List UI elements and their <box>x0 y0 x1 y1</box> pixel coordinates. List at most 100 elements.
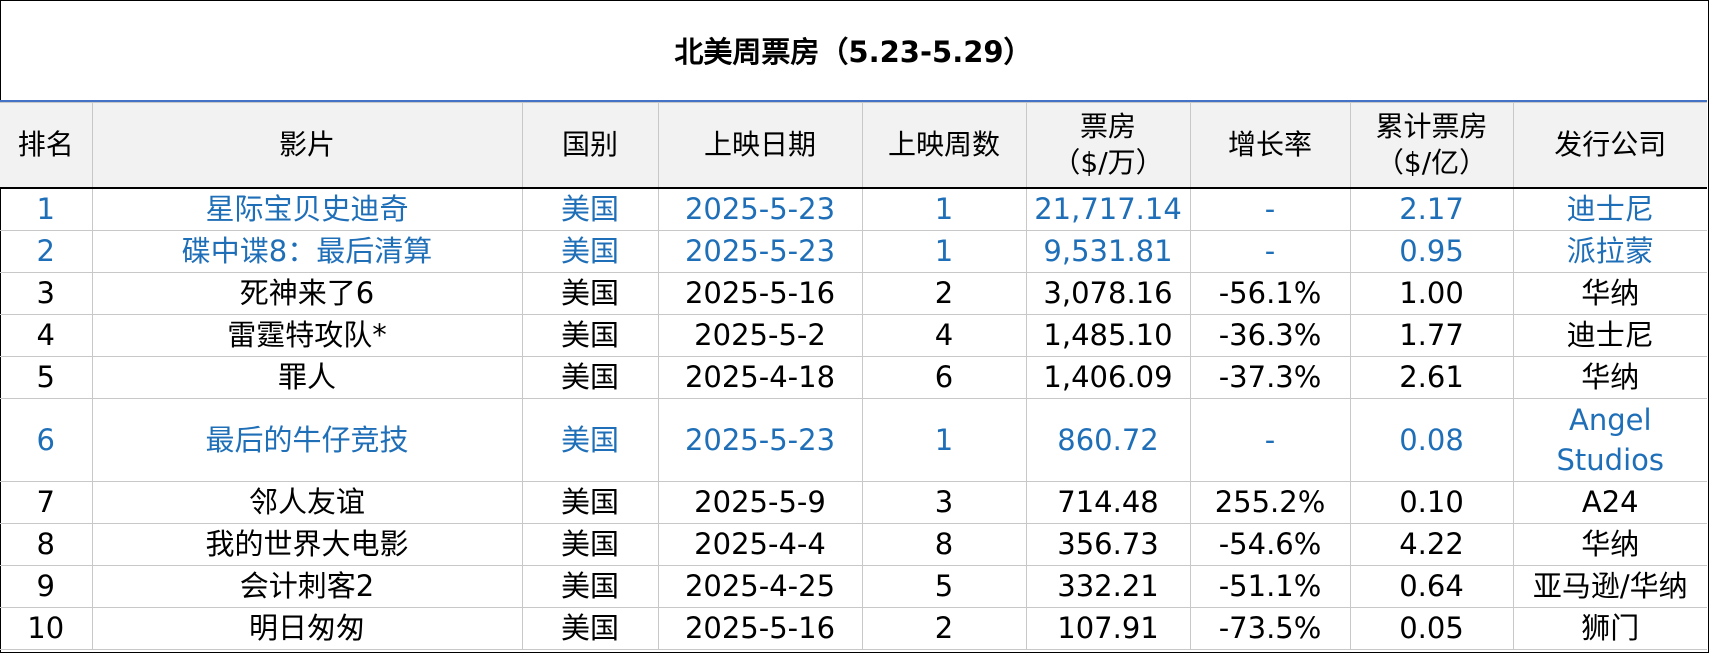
rank-cell: 10 <box>0 607 93 650</box>
rank-cell: 8 <box>0 523 93 566</box>
growth-cell: - <box>1189 187 1351 231</box>
release-date-cell: 2025-5-23 <box>657 187 863 231</box>
table-row: 5 罪人 美国 2025-4-18 6 1,406.09 -37.3% 2.61 华纳 <box>0 356 1707 399</box>
weeks-cell: 5 <box>861 565 1027 608</box>
release-date-cell: 2025-5-16 <box>657 607 863 650</box>
header-weeks: 上映周数 <box>861 102 1027 189</box>
header-row: 排名 影片 国别 上映日期 上映周数 票房 （$/万） 增长率 累计票房 （$/亿）… <box>0 102 1707 189</box>
film-cell: 碟中谍8：最后清算 <box>91 230 523 273</box>
cumulative-cell: 0.08 <box>1349 398 1514 482</box>
rank-cell: 3 <box>0 272 93 315</box>
country-cell: 美国 <box>521 272 659 315</box>
header-growth: 增长率 <box>1189 102 1351 189</box>
growth-cell: -54.6% <box>1189 523 1351 566</box>
distributor-cell: 迪士尼 <box>1512 314 1707 357</box>
weeks-cell: 1 <box>861 187 1027 231</box>
gross-cell: 107.91 <box>1025 607 1191 650</box>
gross-cell: 860.72 <box>1025 398 1191 482</box>
rank-cell: 7 <box>0 481 93 524</box>
header-cumulative-line1: 累计票房 <box>1375 110 1488 143</box>
cumulative-cell: 0.05 <box>1349 607 1514 650</box>
growth-cell: - <box>1189 398 1351 482</box>
cumulative-cell: 2.61 <box>1349 356 1514 399</box>
table-row: 8 我的世界大电影 美国 2025-4-4 8 356.73 -54.6% 4.22 华纳 <box>0 523 1707 566</box>
country-cell: 美国 <box>521 565 659 608</box>
film-cell: 我的世界大电影 <box>91 523 523 566</box>
film-cell: 最后的牛仔竞技 <box>91 398 523 482</box>
growth-cell: -73.5% <box>1189 607 1351 650</box>
country-cell: 美国 <box>521 523 659 566</box>
country-cell: 美国 <box>521 314 659 357</box>
cumulative-cell: 1.77 <box>1349 314 1514 357</box>
film-cell: 雷霆特攻队* <box>91 314 523 357</box>
film-cell: 星际宝贝史迪奇 <box>91 187 523 231</box>
rank-cell: 9 <box>0 565 93 608</box>
weeks-cell: 3 <box>861 481 1027 524</box>
weeks-cell: 4 <box>861 314 1027 357</box>
growth-cell: -37.3% <box>1189 356 1351 399</box>
country-cell: 美国 <box>521 481 659 524</box>
country-cell: 美国 <box>521 607 659 650</box>
country-cell: 美国 <box>521 230 659 273</box>
gross-cell: 714.48 <box>1025 481 1191 524</box>
growth-cell: -56.1% <box>1189 272 1351 315</box>
rank-cell: 1 <box>0 187 93 231</box>
table-body: 1 星际宝贝史迪奇 美国 2025-5-23 1 21,717.14-2.17 迪士尼 2 碟中… <box>0 187 1707 650</box>
header-cumulative: 累计票房 （$/亿） <box>1349 102 1514 189</box>
table-row: 1 星际宝贝史迪奇 美国 2025-5-23 1 21,717.14-2.17 迪士尼 <box>0 187 1707 231</box>
box-office-table: 排名 影片 国别 上映日期 上映周数 票房 （$/万） 增长率 累计票房 （$/亿）… <box>0 102 1707 650</box>
table-row: 10 明日匆匆 美国 2025-5-16 2 107.91 -73.5% 0.05 狮门 <box>0 607 1707 650</box>
country-cell: 美国 <box>521 398 659 482</box>
film-cell: 邻人友谊 <box>91 481 523 524</box>
weeks-cell: 8 <box>861 523 1027 566</box>
growth-cell: - <box>1189 230 1351 273</box>
table-row: 3 死神来了6 美国 2025-5-16 2 3,078.16 -56.1% 1.00 华纳 <box>0 272 1707 315</box>
growth-cell: 255.2% <box>1189 481 1351 524</box>
country-cell: 美国 <box>521 187 659 231</box>
header-release-date: 上映日期 <box>657 102 863 189</box>
distributor-cell: Angel Studios <box>1512 398 1707 482</box>
gross-cell: 1,485.10 <box>1025 314 1191 357</box>
release-date-cell: 2025-5-23 <box>657 398 863 482</box>
table-row: 6 最后的牛仔竞技 美国 2025-5-23 1 860.72-0.08 Angel Stu… <box>0 398 1707 482</box>
weeks-cell: 2 <box>861 607 1027 650</box>
header-gross: 票房 （$/万） <box>1025 102 1191 189</box>
release-date-cell: 2025-4-25 <box>657 565 863 608</box>
distributor-cell: 狮门 <box>1512 607 1707 650</box>
release-date-cell: 2025-4-4 <box>657 523 863 566</box>
release-date-cell: 2025-5-9 <box>657 481 863 524</box>
film-cell: 明日匆匆 <box>91 607 523 650</box>
header-gross-line2: （$/万） <box>1052 146 1164 179</box>
table-row: 2 碟中谍8：最后清算 美国 2025-5-23 1 9,531.81-0.95 派拉蒙 <box>0 230 1707 273</box>
header-distributor: 发行公司 <box>1512 102 1707 189</box>
gross-cell: 332.21 <box>1025 565 1191 608</box>
distributor-cell: 华纳 <box>1512 272 1707 315</box>
header-gross-line1: 票房 <box>1079 110 1136 143</box>
gross-cell: 9,531.81 <box>1025 230 1191 273</box>
weeks-cell: 6 <box>861 356 1027 399</box>
distributor-cell: 迪士尼 <box>1512 187 1707 231</box>
distributor-cell: 华纳 <box>1512 356 1707 399</box>
header-rank: 排名 <box>0 102 93 189</box>
cumulative-cell: 0.95 <box>1349 230 1514 273</box>
release-date-cell: 2025-5-16 <box>657 272 863 315</box>
table-title: 北美周票房（5.23-5.29） <box>674 35 1033 69</box>
header-film: 影片 <box>91 102 523 189</box>
release-date-cell: 2025-4-18 <box>657 356 863 399</box>
rank-cell: 6 <box>0 398 93 482</box>
gross-cell: 3,078.16 <box>1025 272 1191 315</box>
gross-cell: 356.73 <box>1025 523 1191 566</box>
growth-cell: -36.3% <box>1189 314 1351 357</box>
distributor-cell: 华纳 <box>1512 523 1707 566</box>
distributor-cell: 亚马逊/华纳 <box>1512 565 1707 608</box>
growth-cell: -51.1% <box>1189 565 1351 608</box>
cumulative-cell: 1.00 <box>1349 272 1514 315</box>
cumulative-cell: 4.22 <box>1349 523 1514 566</box>
table-row: 7 邻人友谊 美国 2025-5-9 3 714.48 255.2% 0.10 A24 <box>0 481 1707 524</box>
weeks-cell: 1 <box>861 398 1027 482</box>
table-row: 4 雷霆特攻队* 美国 2025-5-2 4 1,485.10 -36.3% 1.77 迪士尼 <box>0 314 1707 357</box>
gross-cell: 1,406.09 <box>1025 356 1191 399</box>
header-cumulative-line2: （$/亿） <box>1375 146 1488 179</box>
weeks-cell: 1 <box>861 230 1027 273</box>
film-cell: 会计刺客2 <box>91 565 523 608</box>
